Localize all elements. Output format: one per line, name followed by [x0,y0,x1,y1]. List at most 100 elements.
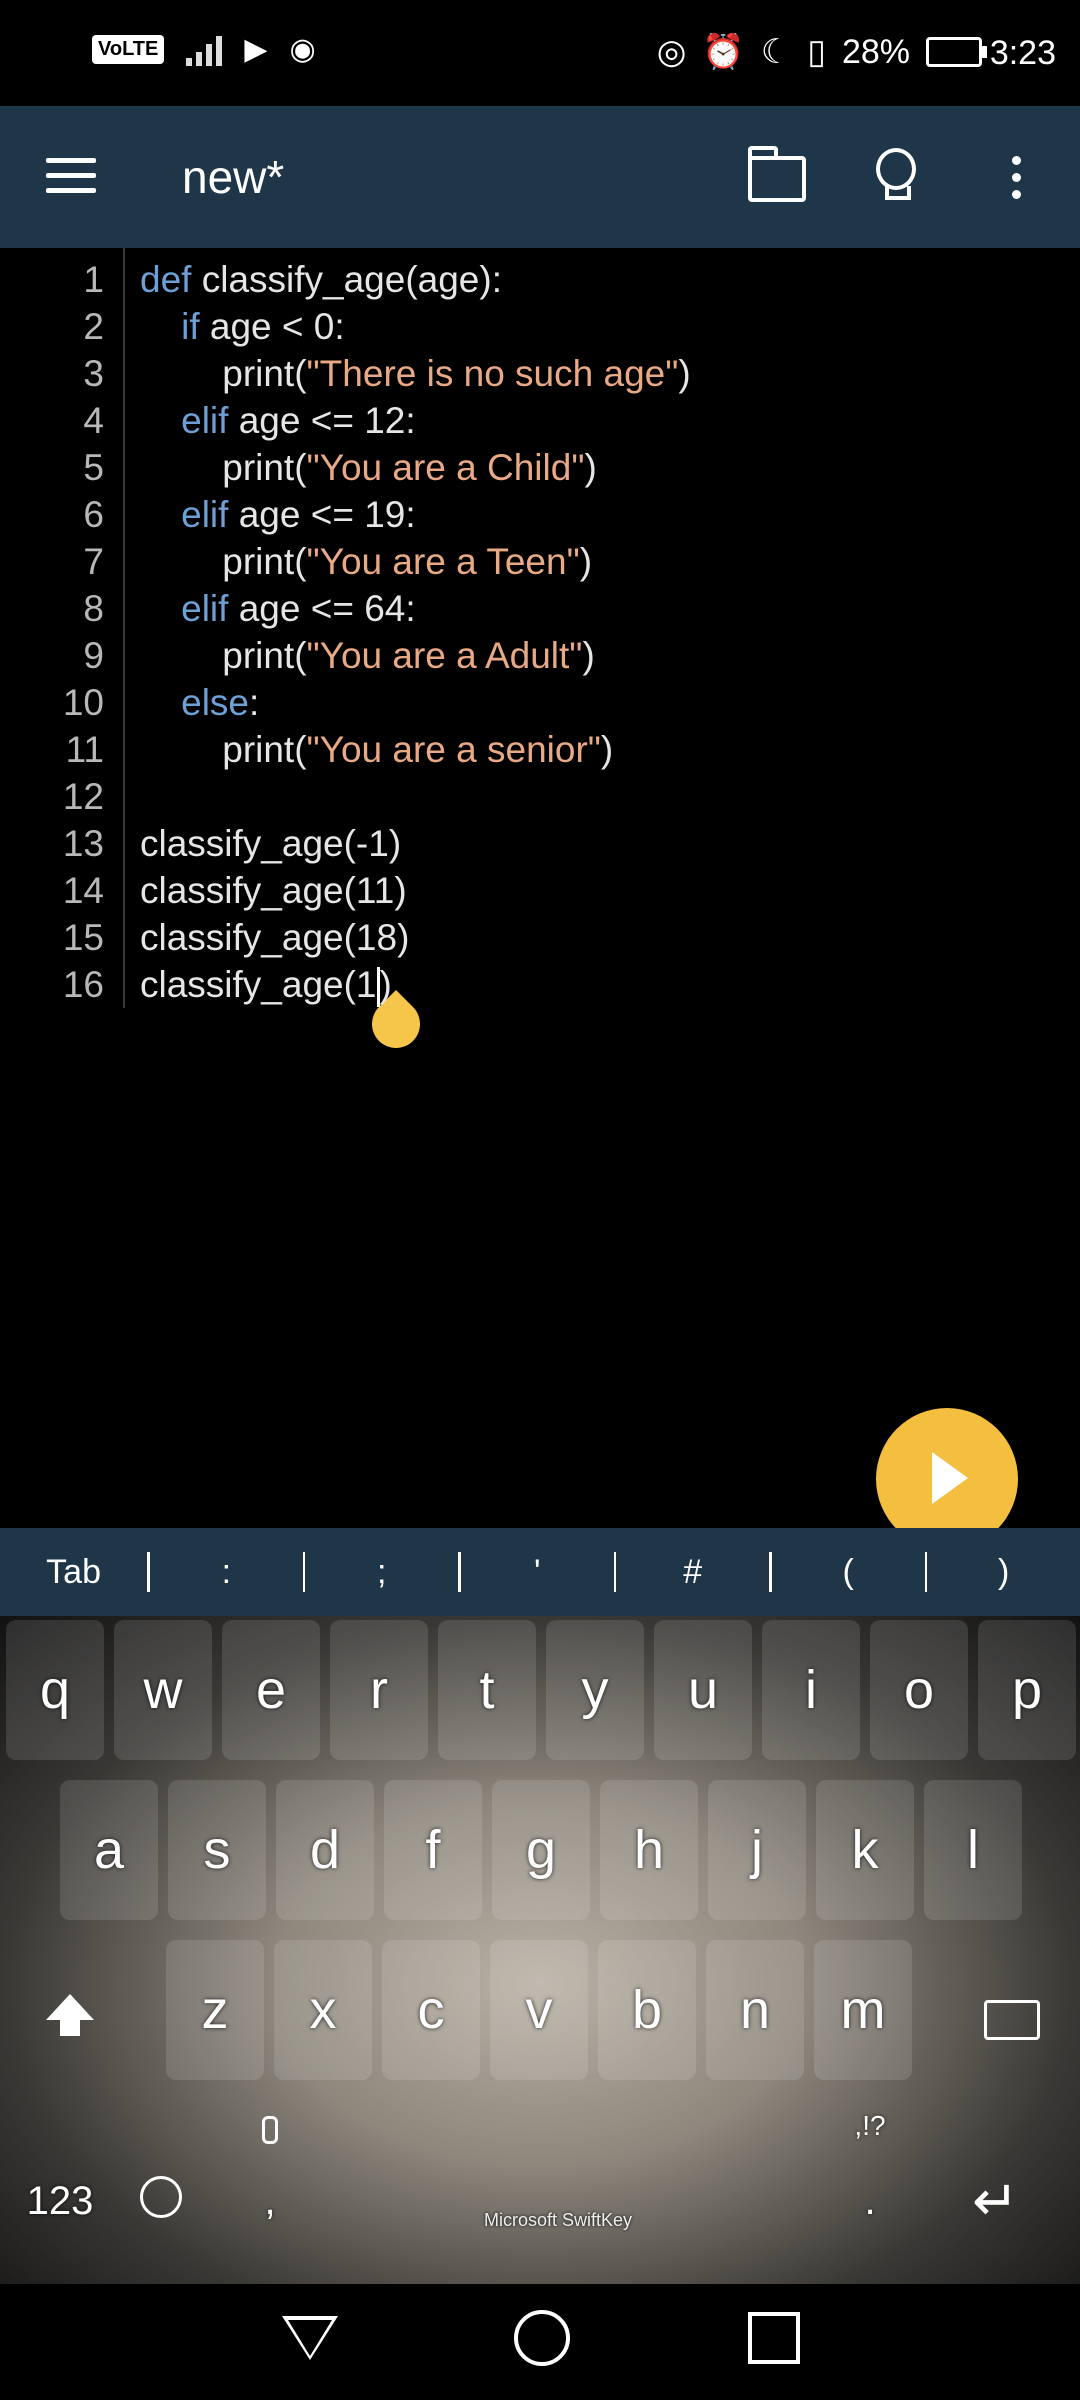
keyword-token: elif [181,588,229,629]
code-token: age <= 19: [228,494,416,535]
code-line[interactable]: 3 print("There is no such age") [0,350,1080,397]
code-text: print("You are a Child") [140,444,597,491]
code-token: age < 0: [199,306,345,347]
code-line[interactable]: 4 elif age <= 12: [0,397,1080,444]
key-x[interactable]: x [274,1940,372,2080]
code-text: print("You are a Teen") [140,538,592,585]
key-l[interactable]: l [924,1780,1022,1920]
enter-icon[interactable]: ↵ [972,2168,1019,2234]
code-line[interactable]: 14 classify_age(11) [0,867,1080,914]
key-w[interactable]: w [114,1620,212,1760]
symbol-key[interactable]: # [616,1553,769,1592]
line-number: 2 [83,306,104,347]
numbers-key[interactable]: 123 [10,2156,110,2246]
line-number: 14 [62,870,104,911]
key-j[interactable]: j [708,1780,806,1920]
line-number: 6 [83,494,104,535]
key-g[interactable]: g [492,1780,590,1920]
line-number: 10 [62,682,104,723]
code-line[interactable]: 16 classify_age(1) [0,961,1080,1008]
code-line[interactable]: 6 elif age <= 19: [0,491,1080,538]
system-nav-bar [0,2284,1080,2400]
tab-key[interactable]: Tab [0,1553,147,1592]
mic-icon[interactable] [262,2116,278,2144]
status-right: ◎ ⏰ ☾ ▯ 28% [656,32,987,72]
key-k[interactable]: k [816,1780,914,1920]
key-t[interactable]: t [438,1620,536,1760]
code-line[interactable]: 13 classify_age(-1) [0,820,1080,867]
line-number: 1 [83,259,104,300]
key-q[interactable]: q [6,1620,104,1760]
code-editor[interactable]: 1 def classify_age(age): 2 if age < 0: 3 pr… [0,248,1080,1528]
key-u[interactable]: u [654,1620,752,1760]
key-f[interactable]: f [384,1780,482,1920]
key-o[interactable]: o [870,1620,968,1760]
key-a[interactable]: a [60,1780,158,1920]
code-line[interactable]: 7 print("You are a Teen") [0,538,1080,585]
shift-icon[interactable] [46,1994,94,2036]
code-token: classify_age(11) [140,870,407,911]
line-number: 13 [62,823,104,864]
code-text: elif age <= 12: [140,397,416,444]
symbol-key[interactable]: ' [461,1553,614,1592]
status-left: VoLTE ▶ ◉ [92,32,316,67]
key-h[interactable]: h [600,1780,698,1920]
key-b[interactable]: b [598,1940,696,2080]
symbol-key[interactable]: ( [772,1553,925,1592]
string-token: "You are a Child" [306,447,585,488]
more-vert-icon[interactable] [1012,156,1022,207]
keyword-token: def [140,259,192,300]
code-line[interactable]: 11 print("You are a senior") [0,726,1080,773]
menu-icon[interactable] [46,158,96,203]
key-m[interactable]: m [814,1940,912,2080]
key-e[interactable]: e [222,1620,320,1760]
code-line[interactable]: 2 if age < 0: [0,303,1080,350]
key-s[interactable]: s [168,1780,266,1920]
emoji-icon[interactable] [140,2176,182,2218]
key-i[interactable]: i [762,1620,860,1760]
key-r[interactable]: r [330,1620,428,1760]
code-text: def classify_age(age): [140,256,502,303]
key-c[interactable]: c [382,1940,480,2080]
symbol-key[interactable]: ) [927,1553,1080,1592]
back-icon[interactable] [282,2316,338,2360]
code-token: ) [584,447,597,488]
line-number: 7 [83,541,104,582]
string-token: "You are a Adult" [306,635,583,676]
code-line[interactable]: 15 classify_age(18) [0,914,1080,961]
code-token: ) [379,964,392,1005]
key-n[interactable]: n [706,1940,804,2080]
keyword-token: elif [181,400,229,441]
comma-key[interactable]: , [240,2156,300,2246]
code-line[interactable]: 9 print("You are a Adult") [0,632,1080,679]
period-key[interactable]: . [840,2156,900,2246]
folder-icon[interactable] [748,146,806,202]
code-token: : [249,682,260,723]
key-z[interactable]: z [166,1940,264,2080]
code-line[interactable]: 10 else: [0,679,1080,726]
volte-badge: VoLTE [92,35,165,64]
code-line[interactable]: 8 elif age <= 64: [0,585,1080,632]
code-token: classify_age(-1) [140,823,402,864]
key-y[interactable]: y [546,1620,644,1760]
key-d[interactable]: d [276,1780,374,1920]
symbol-key[interactable]: : [150,1553,303,1592]
code-line[interactable]: 1 def classify_age(age): [0,256,1080,303]
code-line[interactable]: 5 print("You are a Child") [0,444,1080,491]
key-v[interactable]: v [490,1940,588,2080]
line-number: 8 [83,588,104,629]
recents-icon[interactable] [748,2312,800,2364]
eye-icon: ◎ [656,33,687,71]
code-text: print("You are a Adult") [140,632,595,679]
file-title: new* [182,151,285,203]
home-icon[interactable] [514,2310,570,2366]
code-line[interactable]: 12 [0,773,1080,820]
code-token: print( [140,635,307,676]
string-token: "There is no such age" [306,353,679,394]
backspace-icon[interactable] [984,2000,1040,2040]
key-p[interactable]: p [978,1620,1076,1760]
symbol-key[interactable]: ; [305,1553,458,1592]
status-bar: VoLTE ▶ ◉ ◎ ⏰ ☾ ▯ 28% 3:23 [0,0,1080,106]
lightbulb-icon[interactable] [876,148,916,204]
clock: 3:23 [989,34,1056,72]
